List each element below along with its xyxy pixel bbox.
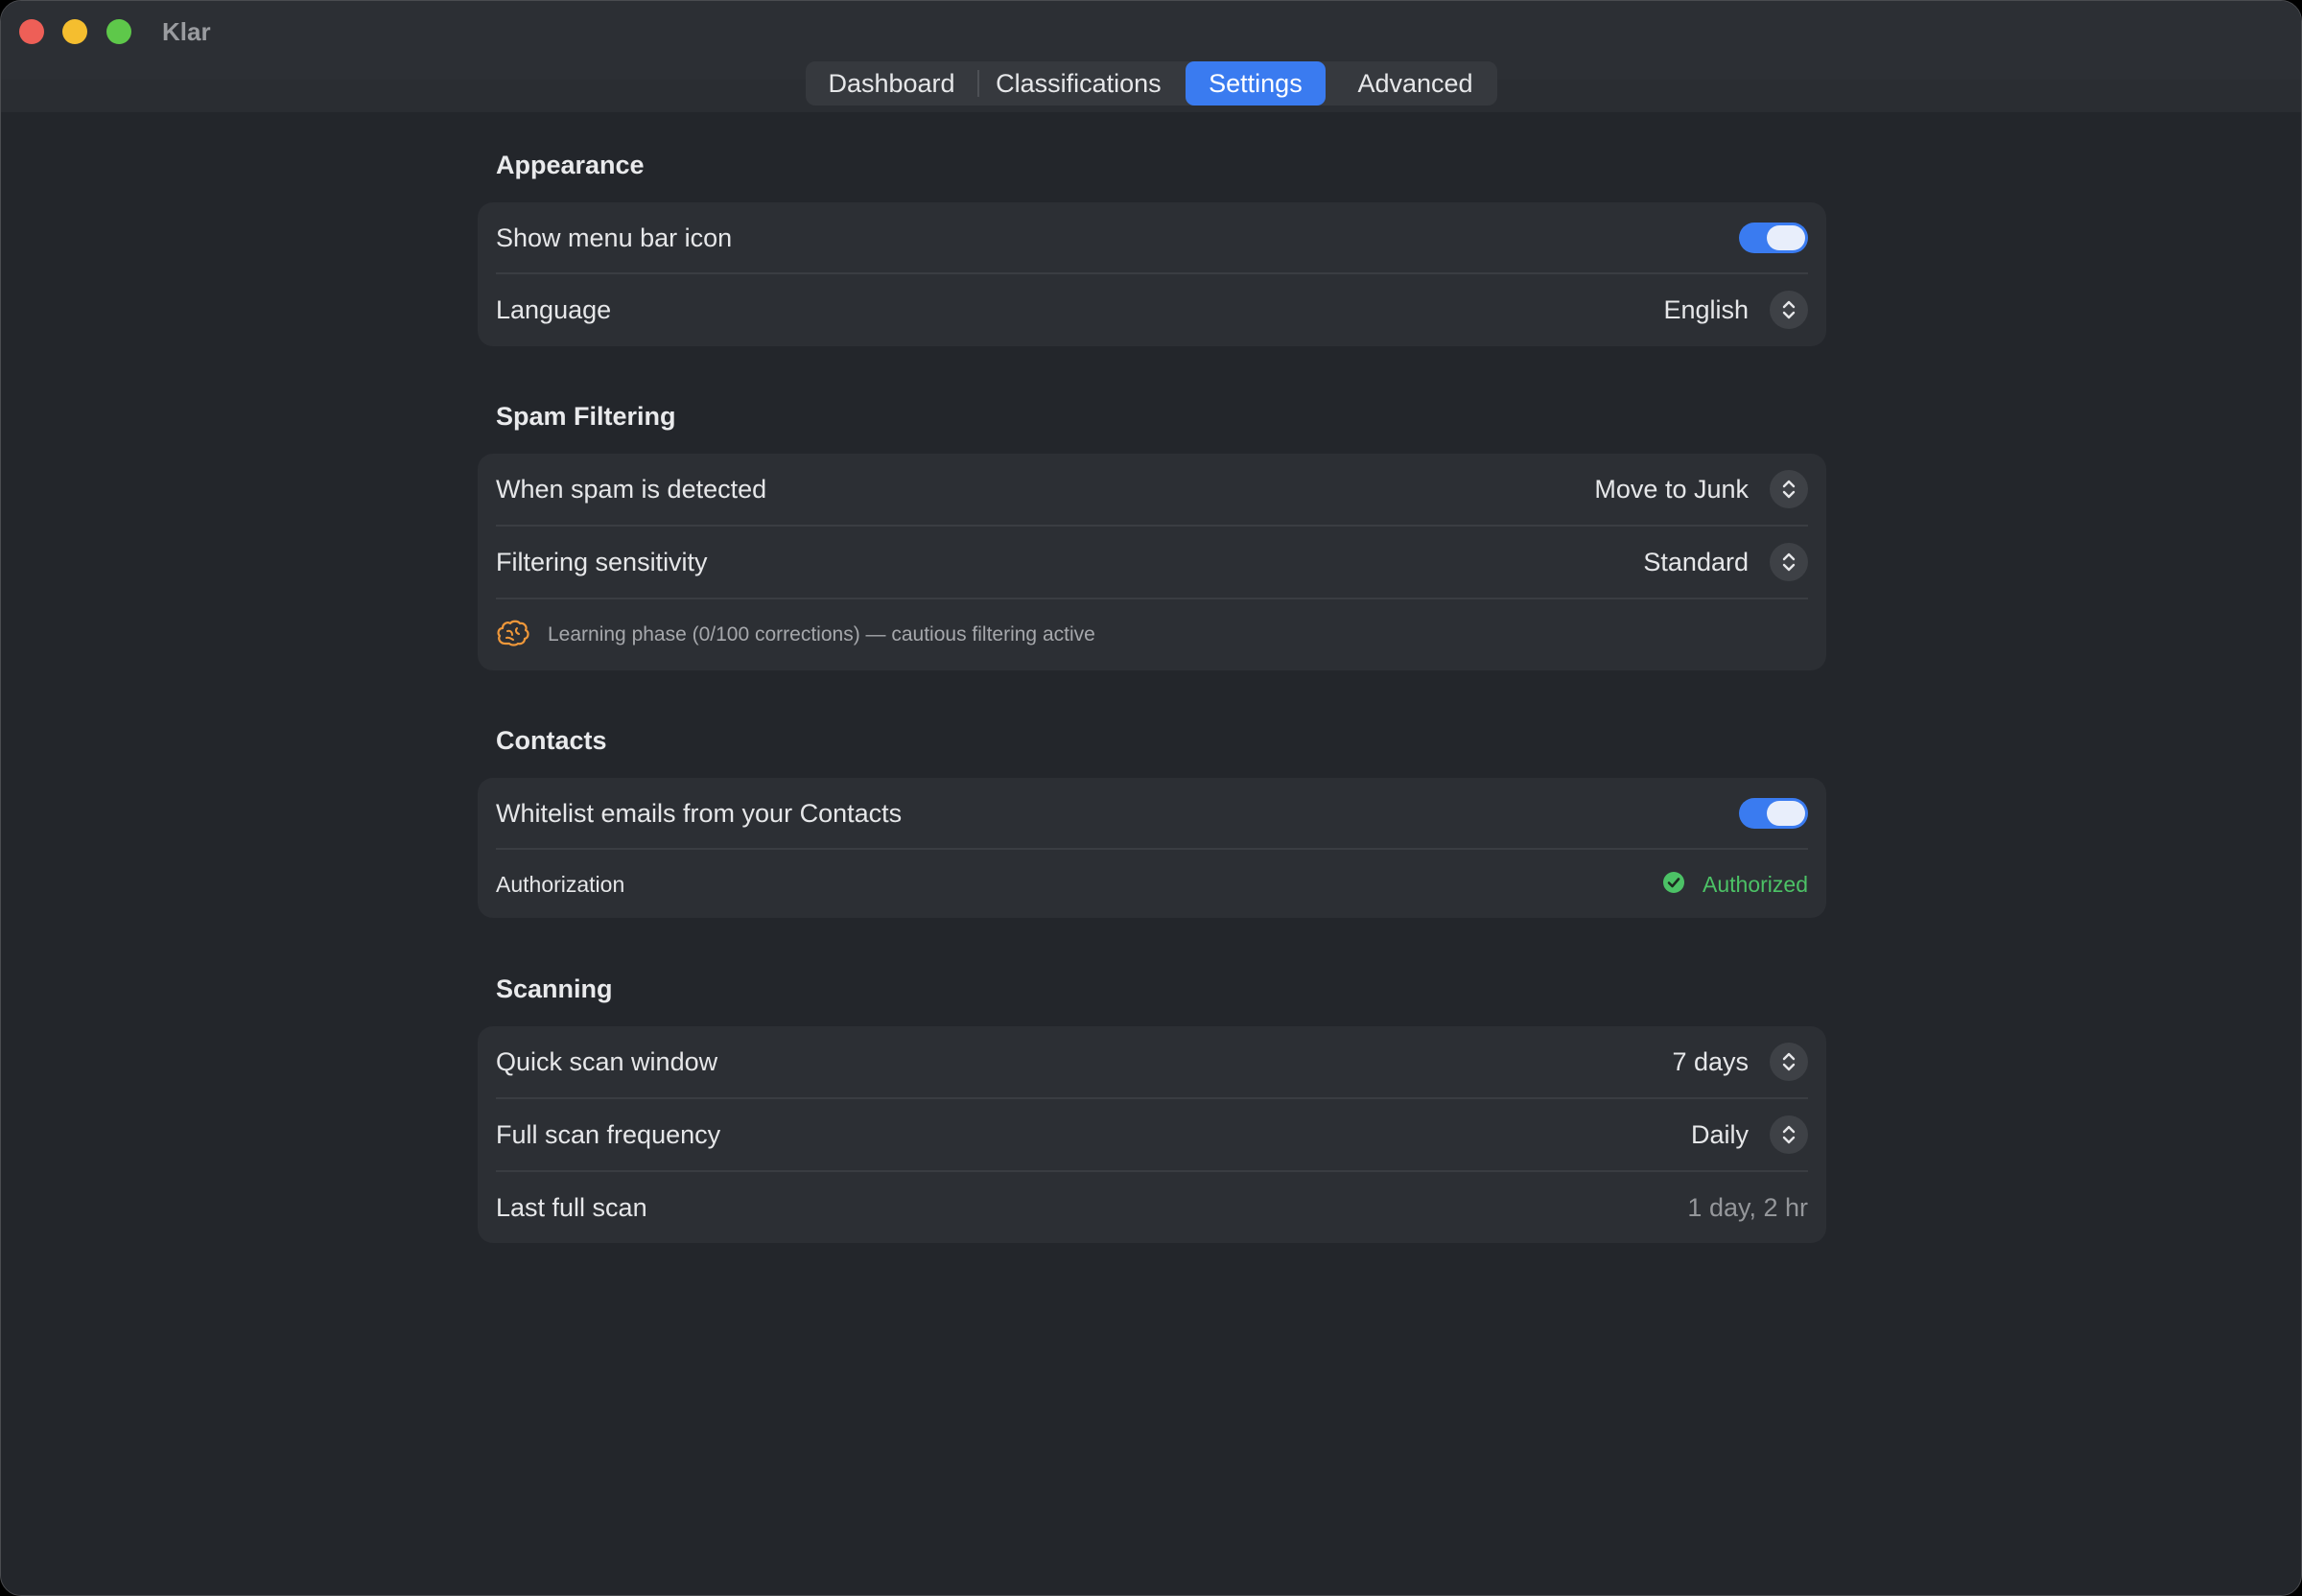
when-spam-detected-label: When spam is detected	[496, 474, 767, 504]
app-window: Klar Dashboard Classifications Settings …	[0, 0, 2302, 1596]
full-scan-frequency-row: Full scan frequency Daily	[496, 1099, 1808, 1170]
scanning-card: Quick scan window 7 days Full scan frequ…	[478, 1026, 1826, 1243]
language-row: Language English	[496, 274, 1808, 345]
chevron-up-down-icon	[1770, 291, 1808, 329]
when-spam-detected-value: Move to Junk	[1594, 474, 1749, 504]
chevron-up-down-icon	[1770, 543, 1808, 581]
filtering-sensitivity-value: Standard	[1643, 547, 1749, 576]
spam-filtering-section-title: Spam Filtering	[496, 402, 676, 431]
when-spam-detected-row: When spam is detected Move to Junk	[496, 454, 1808, 525]
chevron-up-down-icon	[1770, 1115, 1808, 1154]
last-full-scan-row: Last full scan 1 day, 2 hr	[496, 1172, 1808, 1243]
tab-advanced[interactable]: Advanced	[1333, 61, 1497, 106]
filtering-sensitivity-select[interactable]: Standard	[1643, 543, 1808, 581]
quick-scan-window-label: Quick scan window	[496, 1046, 718, 1076]
maximize-window-button[interactable]	[106, 19, 131, 44]
show-menu-bar-icon-toggle[interactable]	[1739, 223, 1808, 253]
full-scan-frequency-label: Full scan frequency	[496, 1119, 721, 1149]
when-spam-detected-select[interactable]: Move to Junk	[1594, 470, 1808, 508]
filtering-sensitivity-row: Filtering sensitivity Standard	[496, 527, 1808, 598]
quick-scan-window-select[interactable]: 7 days	[1672, 1043, 1808, 1081]
authorization-row: Authorization Authorized	[496, 850, 1808, 919]
whitelist-contacts-row: Whitelist emails from your Contacts	[496, 778, 1808, 849]
language-select[interactable]: English	[1663, 291, 1808, 329]
appearance-section-title: Appearance	[496, 151, 645, 179]
full-scan-frequency-value: Daily	[1690, 1119, 1749, 1149]
quick-scan-window-row: Quick scan window 7 days	[496, 1026, 1808, 1097]
chevron-up-down-icon	[1770, 1043, 1808, 1081]
checkmark-circle-icon	[1662, 871, 1685, 899]
quick-scan-window-value: 7 days	[1672, 1046, 1749, 1076]
authorization-status-text: Authorized	[1703, 871, 1808, 897]
authorization-label: Authorization	[496, 871, 625, 897]
chevron-up-down-icon	[1770, 470, 1808, 508]
show-menu-bar-icon-row: Show menu bar icon	[496, 202, 1808, 273]
show-menu-bar-icon-label: Show menu bar icon	[496, 223, 733, 252]
tab-dashboard[interactable]: Dashboard	[806, 61, 977, 106]
tab-settings[interactable]: Settings	[1185, 61, 1327, 106]
scanning-section-title: Scanning	[496, 974, 613, 1003]
authorization-status: Authorized	[1662, 871, 1808, 899]
contacts-card: Whitelist emails from your Contacts Auth…	[478, 778, 1826, 918]
minimize-window-button[interactable]	[62, 19, 87, 44]
appearance-card: Show menu bar icon Language English	[478, 202, 1826, 346]
language-value: English	[1663, 294, 1749, 324]
close-window-button[interactable]	[19, 19, 44, 44]
learning-phase-row: Learning phase (0/100 corrections) — cau…	[496, 599, 1808, 670]
app-title: Klar	[162, 17, 211, 46]
contacts-section-title: Contacts	[496, 726, 607, 755]
full-scan-frequency-select[interactable]: Daily	[1691, 1115, 1808, 1154]
spam-filtering-card: When spam is detected Move to Junk Filte…	[478, 454, 1826, 670]
tab-bar: Dashboard Classifications Settings Advan…	[806, 61, 1497, 106]
whitelist-contacts-toggle[interactable]	[1739, 798, 1808, 829]
filtering-sensitivity-label: Filtering sensitivity	[496, 547, 708, 576]
brain-icon	[496, 619, 530, 652]
language-label: Language	[496, 294, 612, 324]
tab-classifications[interactable]: Classifications	[979, 61, 1178, 106]
whitelist-contacts-label: Whitelist emails from your Contacts	[496, 798, 903, 828]
learning-phase-note: Learning phase (0/100 corrections) — cau…	[496, 619, 1095, 652]
last-full-scan-label: Last full scan	[496, 1192, 647, 1222]
learning-phase-text: Learning phase (0/100 corrections) — cau…	[548, 623, 1095, 645]
last-full-scan-value: 1 day, 2 hr	[1687, 1192, 1808, 1222]
